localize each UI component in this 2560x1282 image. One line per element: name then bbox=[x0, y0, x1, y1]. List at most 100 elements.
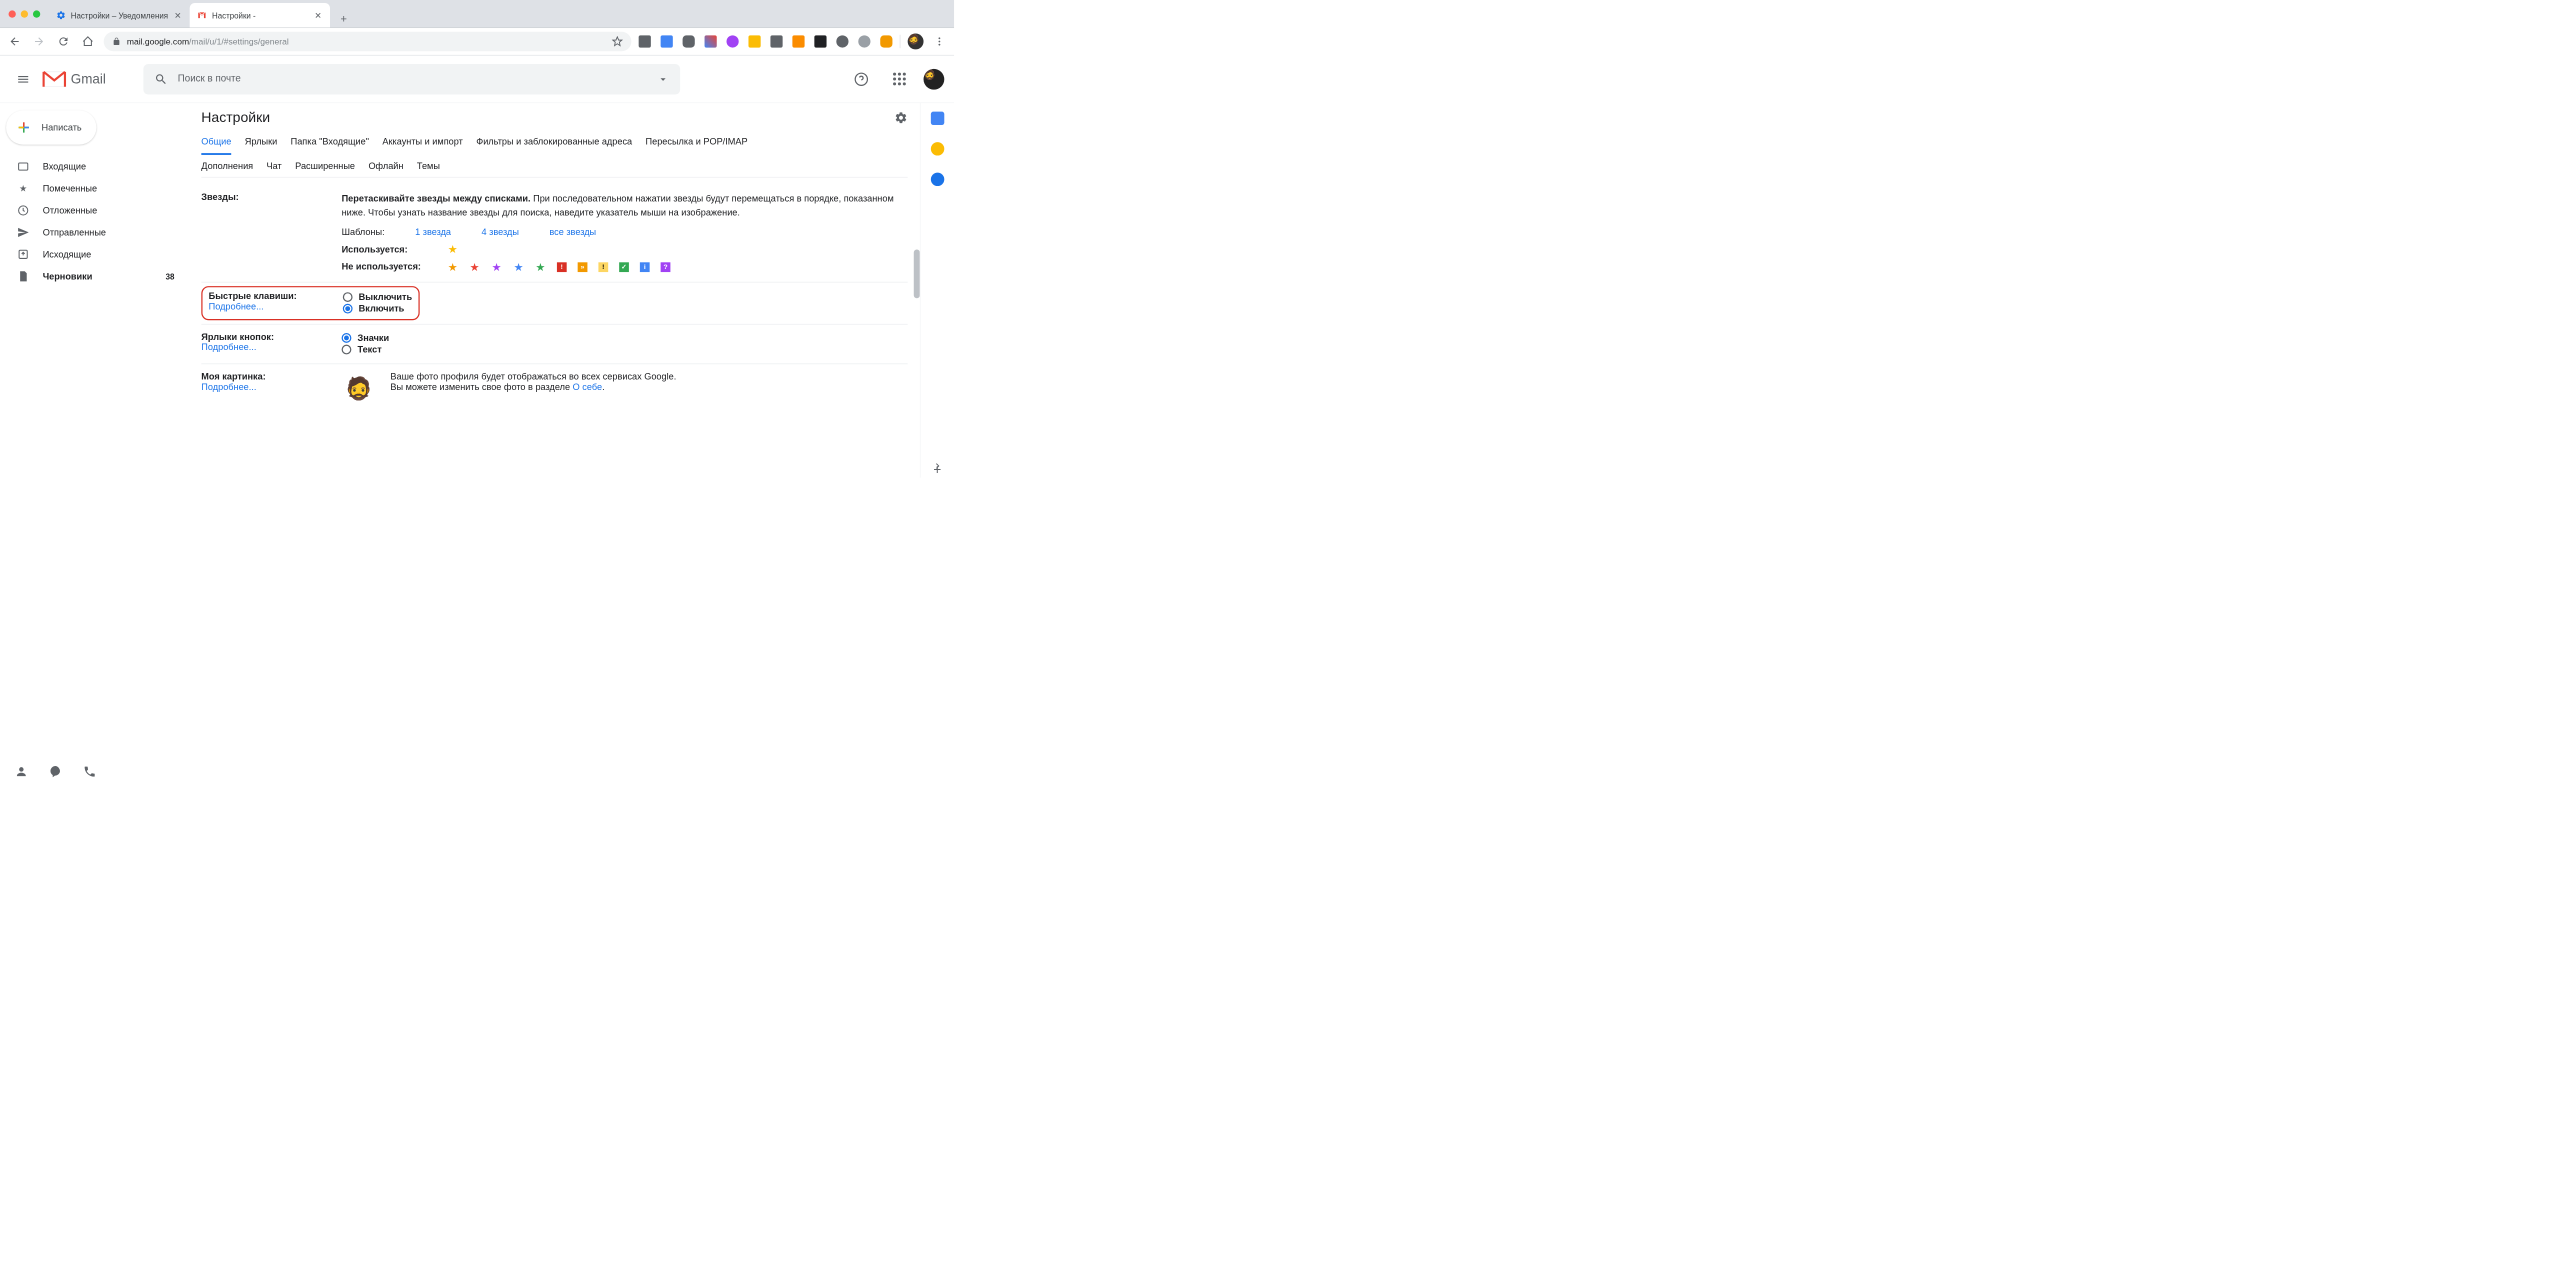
radio-icon bbox=[343, 292, 353, 302]
profile-picture[interactable]: 🧔 bbox=[342, 371, 376, 405]
extension-icon[interactable] bbox=[661, 35, 673, 47]
minimize-window[interactable] bbox=[21, 10, 28, 17]
tab-offline[interactable]: Офлайн bbox=[368, 161, 403, 177]
maximize-window[interactable] bbox=[33, 10, 40, 17]
chrome-profile-avatar[interactable]: 🧔 bbox=[908, 34, 924, 50]
close-tab-icon[interactable]: ✕ bbox=[313, 10, 323, 20]
url-field[interactable]: mail.google.com/mail/u/1/#settings/gener… bbox=[104, 32, 632, 52]
star-purple-icon[interactable]: ★ bbox=[491, 262, 502, 273]
button-labels-more-link[interactable]: Подробнее... bbox=[201, 342, 256, 352]
tasks-addon-icon[interactable] bbox=[931, 173, 944, 186]
support-button[interactable] bbox=[848, 66, 875, 93]
star-green-icon[interactable]: ★ bbox=[535, 262, 546, 273]
compose-button[interactable]: Написать bbox=[6, 110, 96, 144]
picture-more-link[interactable]: Подробнее... bbox=[201, 382, 256, 392]
radio-checked-icon bbox=[343, 304, 353, 314]
info-blue-icon[interactable]: i bbox=[640, 262, 650, 272]
extension-icon[interactable] bbox=[836, 35, 848, 47]
preset-1-star[interactable]: 1 звезда bbox=[415, 226, 451, 240]
account-avatar[interactable]: 🧔 bbox=[924, 69, 945, 90]
tab-forwarding[interactable]: Пересылка и POP/IMAP bbox=[646, 137, 748, 155]
star-orange-icon[interactable]: ★ bbox=[447, 262, 458, 273]
tab-inbox[interactable]: Папка "Входящие" bbox=[291, 137, 369, 155]
button-labels-text-option[interactable]: Текст bbox=[342, 344, 390, 354]
extension-icon[interactable] bbox=[639, 35, 651, 47]
bang-yellow-icon[interactable]: ! bbox=[598, 262, 608, 272]
settings-gear-icon[interactable] bbox=[894, 111, 907, 124]
phone-icon[interactable] bbox=[83, 765, 96, 778]
tab-accounts[interactable]: Аккаунты и импорт bbox=[382, 137, 462, 155]
gmail-logo-text: Gmail bbox=[71, 71, 106, 87]
outbox-icon bbox=[17, 248, 29, 260]
search-input[interactable] bbox=[178, 74, 648, 85]
question-purple-icon[interactable]: ? bbox=[661, 262, 671, 272]
preset-4-stars[interactable]: 4 звезды bbox=[482, 226, 519, 240]
send-icon bbox=[17, 226, 29, 238]
star-blue-icon[interactable]: ★ bbox=[513, 262, 524, 273]
browser-tab-2[interactable]: Настройки - ✕ bbox=[190, 3, 330, 27]
sidebar-item-outbox[interactable]: Исходящие bbox=[0, 243, 189, 265]
search-box[interactable] bbox=[144, 64, 681, 95]
settings-tabs-row-1: Общие Ярлыки Папка "Входящие" Аккаунты и… bbox=[201, 137, 907, 155]
extension-icon[interactable] bbox=[858, 35, 870, 47]
preset-all-stars[interactable]: все звезды bbox=[549, 226, 596, 240]
search-options-icon[interactable] bbox=[657, 73, 669, 85]
sidebar-item-sent[interactable]: Отправленные bbox=[0, 221, 189, 243]
radio-icon bbox=[342, 345, 352, 355]
picture-line2a: Вы можете изменить свое фото в разделе bbox=[390, 382, 572, 392]
forward-button[interactable] bbox=[31, 33, 48, 50]
extension-icon[interactable] bbox=[814, 35, 826, 47]
sidebar-item-inbox[interactable]: Входящие bbox=[0, 156, 189, 178]
nav-label: Отложенные bbox=[43, 205, 98, 215]
about-me-link[interactable]: О себе bbox=[573, 382, 602, 392]
side-panel: + bbox=[920, 103, 954, 478]
star-red-icon[interactable]: ★ bbox=[469, 262, 480, 273]
chrome-menu-button[interactable] bbox=[931, 33, 948, 50]
main-menu-button[interactable] bbox=[10, 66, 37, 93]
new-tab-button[interactable]: + bbox=[335, 10, 352, 27]
extension-icon[interactable] bbox=[748, 35, 760, 47]
tab-themes[interactable]: Темы bbox=[417, 161, 440, 177]
search-icon bbox=[155, 72, 168, 85]
star-yellow-icon[interactable]: ★ bbox=[447, 244, 458, 255]
check-green-icon[interactable]: ✓ bbox=[619, 262, 629, 272]
tab-filters[interactable]: Фильтры и заблокированные адреса bbox=[476, 137, 632, 155]
tab-addons[interactable]: Дополнения bbox=[201, 161, 253, 177]
bang-red-icon[interactable]: ! bbox=[557, 262, 567, 272]
hangouts-icon[interactable] bbox=[49, 765, 62, 778]
calendar-addon-icon[interactable] bbox=[931, 112, 944, 125]
bookmark-star-icon[interactable] bbox=[612, 36, 623, 47]
button-labels-label: Ярлыки кнопок: bbox=[201, 332, 274, 342]
gmail-logo[interactable]: Gmail bbox=[41, 69, 105, 89]
tab-labels[interactable]: Ярлыки bbox=[245, 137, 277, 155]
picture-line1: Ваше фото профиля будет отображаться во … bbox=[390, 371, 676, 381]
browser-tab-1[interactable]: Настройки – Уведомления ✕ bbox=[49, 3, 190, 27]
shortcuts-off-option[interactable]: Выключить bbox=[343, 292, 412, 302]
collapse-panel-icon[interactable] bbox=[932, 461, 943, 472]
tab-advanced[interactable]: Расширенные bbox=[295, 161, 355, 177]
extension-icon[interactable] bbox=[770, 35, 782, 47]
extension-icon[interactable] bbox=[727, 35, 739, 47]
close-tab-icon[interactable]: ✕ bbox=[173, 10, 183, 20]
arrows-orange-icon[interactable]: » bbox=[578, 262, 588, 272]
sidebar-item-snoozed[interactable]: Отложенные bbox=[0, 199, 189, 221]
back-button[interactable] bbox=[6, 33, 23, 50]
extension-icon[interactable] bbox=[880, 35, 892, 47]
reload-button[interactable] bbox=[55, 33, 72, 50]
person-icon[interactable] bbox=[15, 765, 28, 778]
extension-icon[interactable] bbox=[705, 35, 717, 47]
shortcuts-more-link[interactable]: Подробнее... bbox=[209, 301, 264, 311]
shortcuts-on-option[interactable]: Включить bbox=[343, 303, 412, 313]
home-button[interactable] bbox=[79, 33, 96, 50]
tab-chat[interactable]: Чат bbox=[267, 161, 282, 177]
sidebar-item-drafts[interactable]: Черновики38 bbox=[0, 265, 189, 287]
sidebar-item-starred[interactable]: ★Помеченные bbox=[0, 178, 189, 200]
google-apps-button[interactable] bbox=[886, 66, 913, 93]
close-window[interactable] bbox=[9, 10, 16, 17]
extension-icon[interactable] bbox=[683, 35, 695, 47]
tab-general[interactable]: Общие bbox=[201, 137, 231, 155]
not-in-use-label: Не используется: bbox=[342, 260, 437, 274]
button-labels-icons-option[interactable]: Значки bbox=[342, 333, 390, 343]
extension-icon[interactable] bbox=[792, 35, 804, 47]
keep-addon-icon[interactable] bbox=[931, 142, 944, 155]
